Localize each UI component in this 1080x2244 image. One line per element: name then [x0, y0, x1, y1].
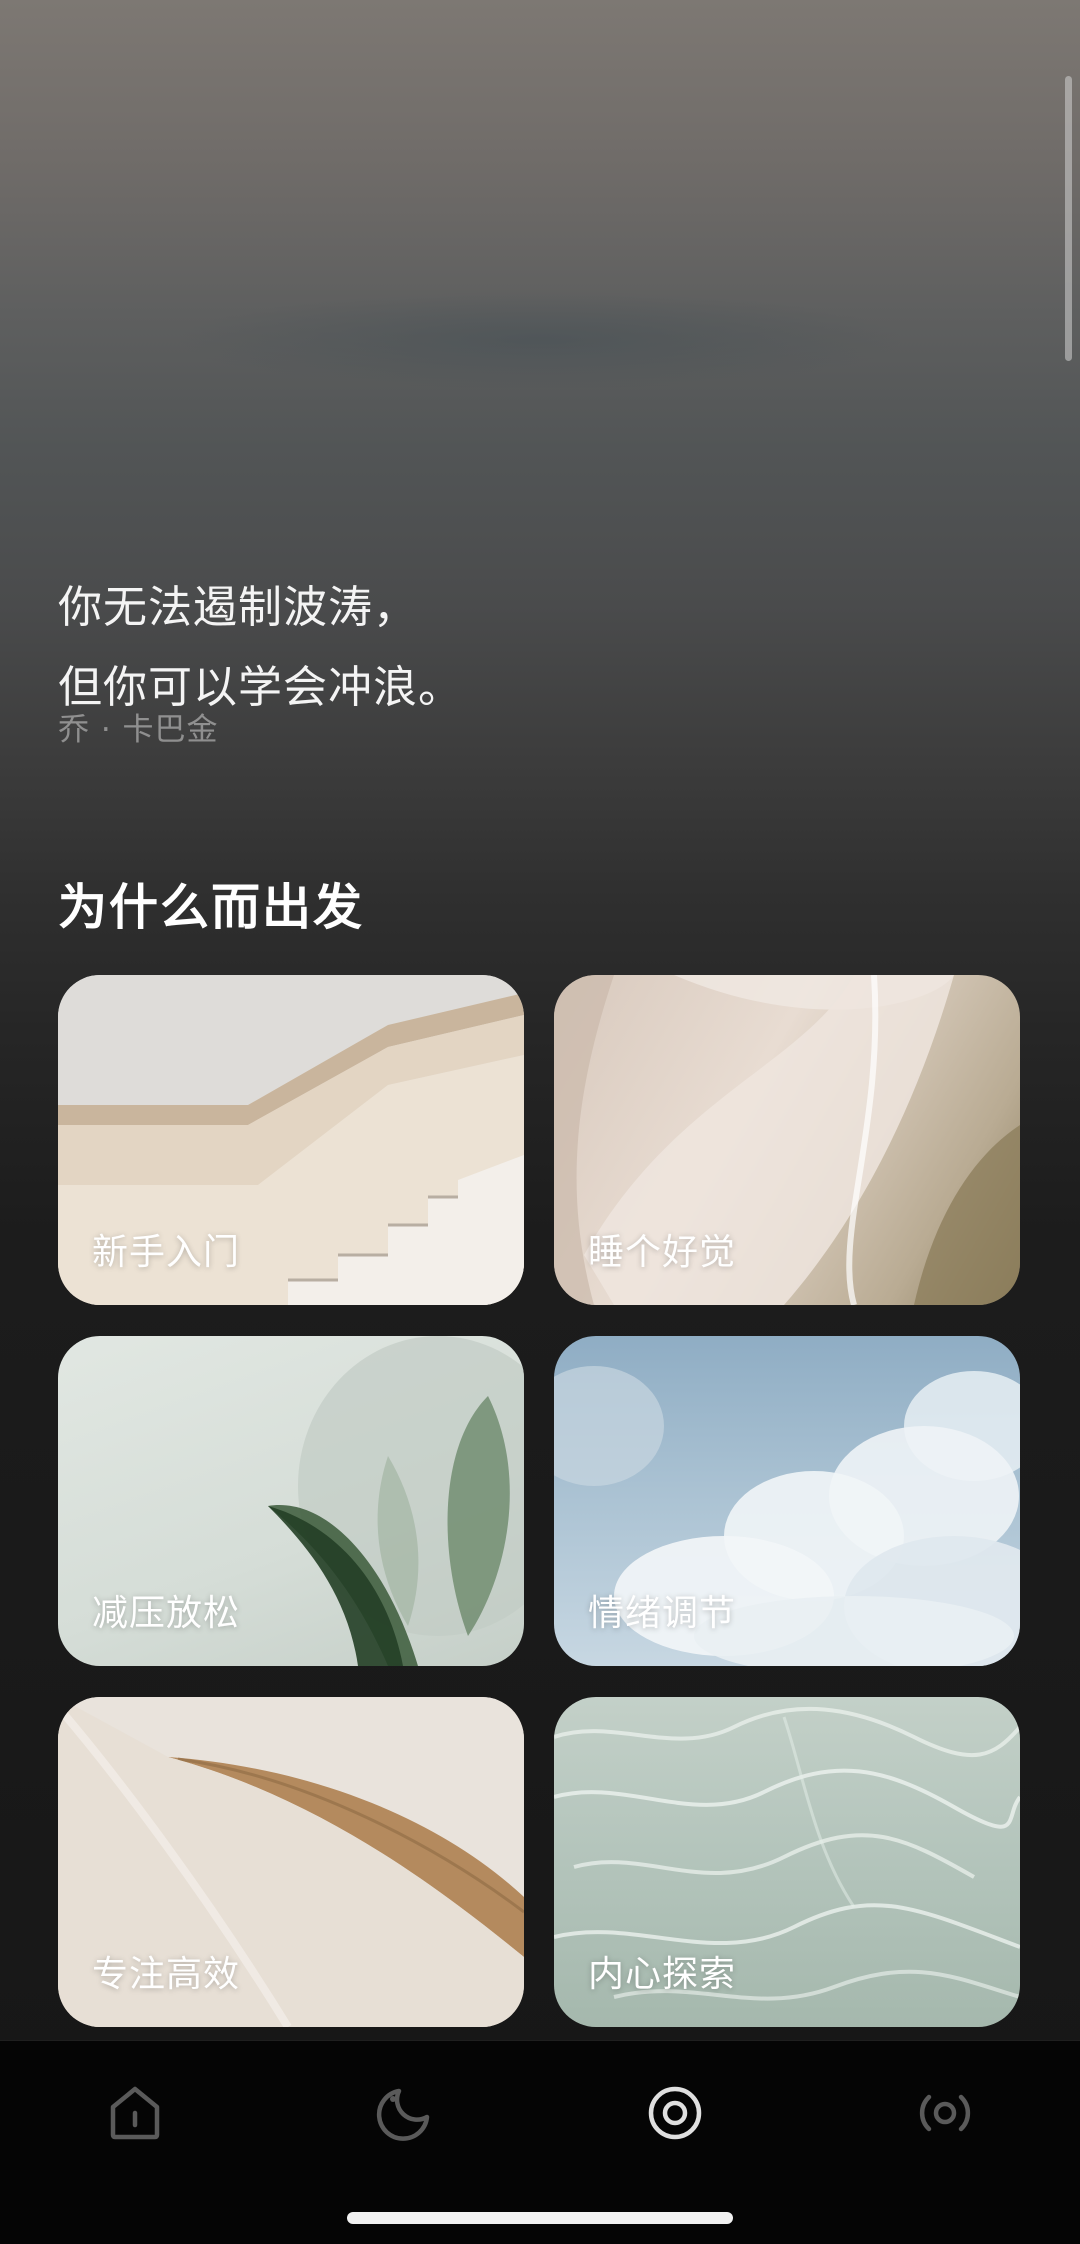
card-label: 新手入门: [92, 1232, 241, 1273]
category-card-sleep[interactable]: 睡个好觉: [554, 975, 1020, 1305]
tab-sleep[interactable]: [369, 2077, 441, 2149]
broadcast-icon: [919, 2094, 971, 2132]
quote-author: 乔 · 卡巴金: [58, 712, 219, 748]
section-title: 为什么而出发: [58, 879, 365, 936]
meditation-target-icon: [648, 2086, 702, 2140]
category-card-relax[interactable]: 减压放松: [58, 1336, 524, 1666]
category-card-beginner[interactable]: 新手入门: [58, 975, 524, 1305]
card-label: 内心探索: [588, 1954, 737, 1995]
home-indicator[interactable]: [347, 2212, 733, 2224]
tab-home[interactable]: [99, 2077, 171, 2149]
card-label: 情绪调节: [588, 1593, 737, 1634]
card-label: 减压放松: [92, 1593, 241, 1634]
category-card-explore[interactable]: 内心探索: [554, 1697, 1020, 2027]
moon-icon: [376, 2088, 430, 2141]
screen: 你无法遏制波涛， 但你可以学会冲浪。 乔 · 卡巴金 为什么而出发 新手入门 睡…: [0, 0, 1080, 2244]
card-label: 专注高效: [92, 1954, 241, 1995]
category-card-focus[interactable]: 专注高效: [58, 1697, 524, 2027]
scroll-indicator[interactable]: [1065, 76, 1072, 361]
card-label: 睡个好觉: [588, 1232, 737, 1273]
quote-line-1: 你无法遏制波涛，: [58, 582, 418, 633]
tab-broadcast[interactable]: [909, 2077, 981, 2149]
tab-meditate[interactable]: [639, 2077, 711, 2149]
home-icon: [110, 2086, 160, 2140]
category-card-emotion[interactable]: 情绪调节: [554, 1336, 1020, 1666]
